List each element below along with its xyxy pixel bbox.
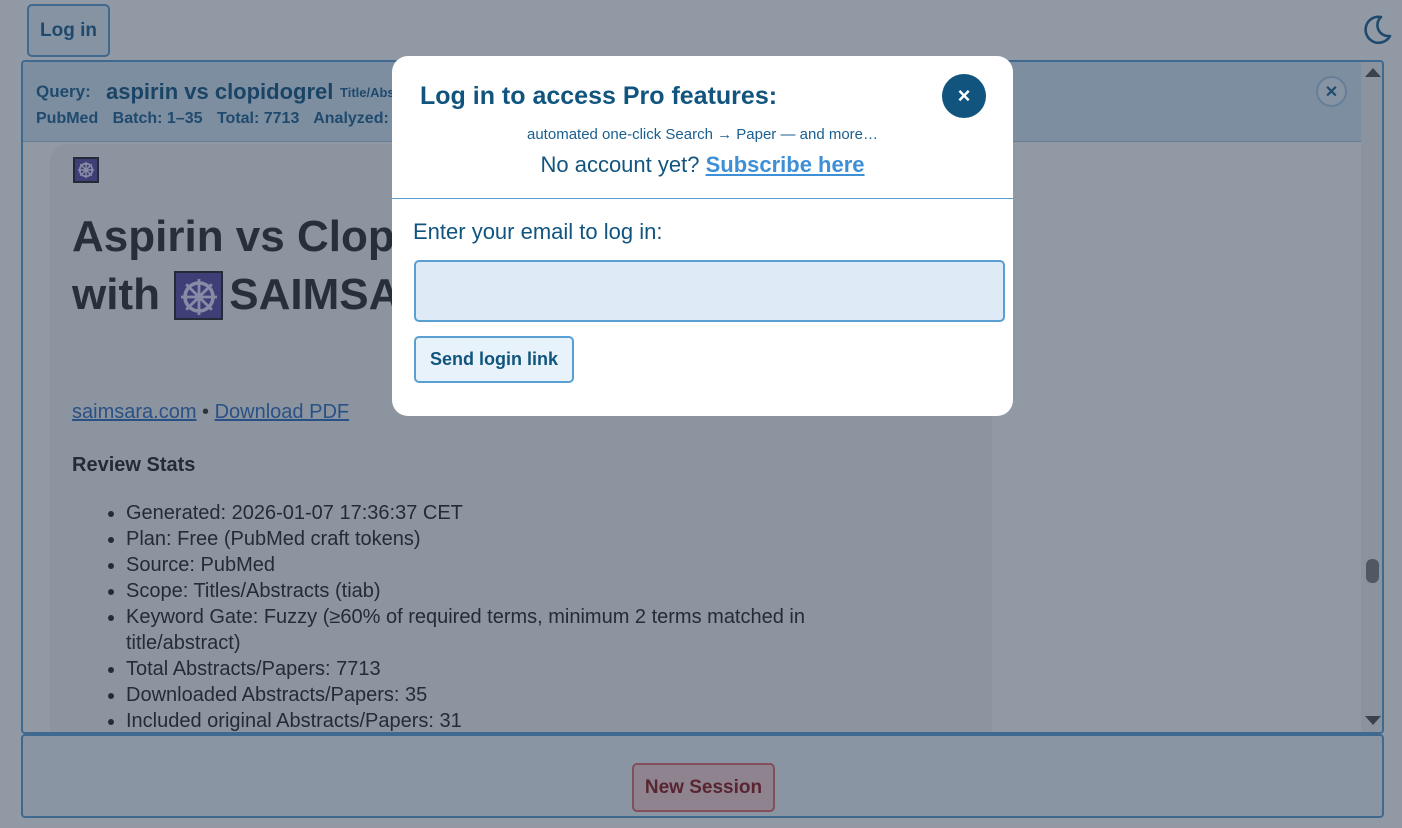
email-field[interactable] bbox=[414, 260, 1005, 322]
modal-subtitle: automated one-click Search → Paper — and… bbox=[527, 126, 878, 143]
no-account-text: No account yet? bbox=[540, 152, 700, 177]
modal-title: Log in to access Pro features: bbox=[420, 82, 778, 110]
login-modal: Log in to access Pro features: × automat… bbox=[392, 56, 1013, 416]
subscribe-link[interactable]: Subscribe here bbox=[706, 152, 865, 177]
divider bbox=[392, 198, 1013, 199]
email-label: Enter your email to log in: bbox=[413, 219, 663, 244]
modal-close-button[interactable]: × bbox=[942, 74, 986, 118]
send-login-link-button[interactable]: Send login link bbox=[414, 336, 574, 383]
signup-prompt: No account yet? Subscribe here bbox=[392, 152, 1013, 178]
close-icon: × bbox=[957, 83, 971, 108]
